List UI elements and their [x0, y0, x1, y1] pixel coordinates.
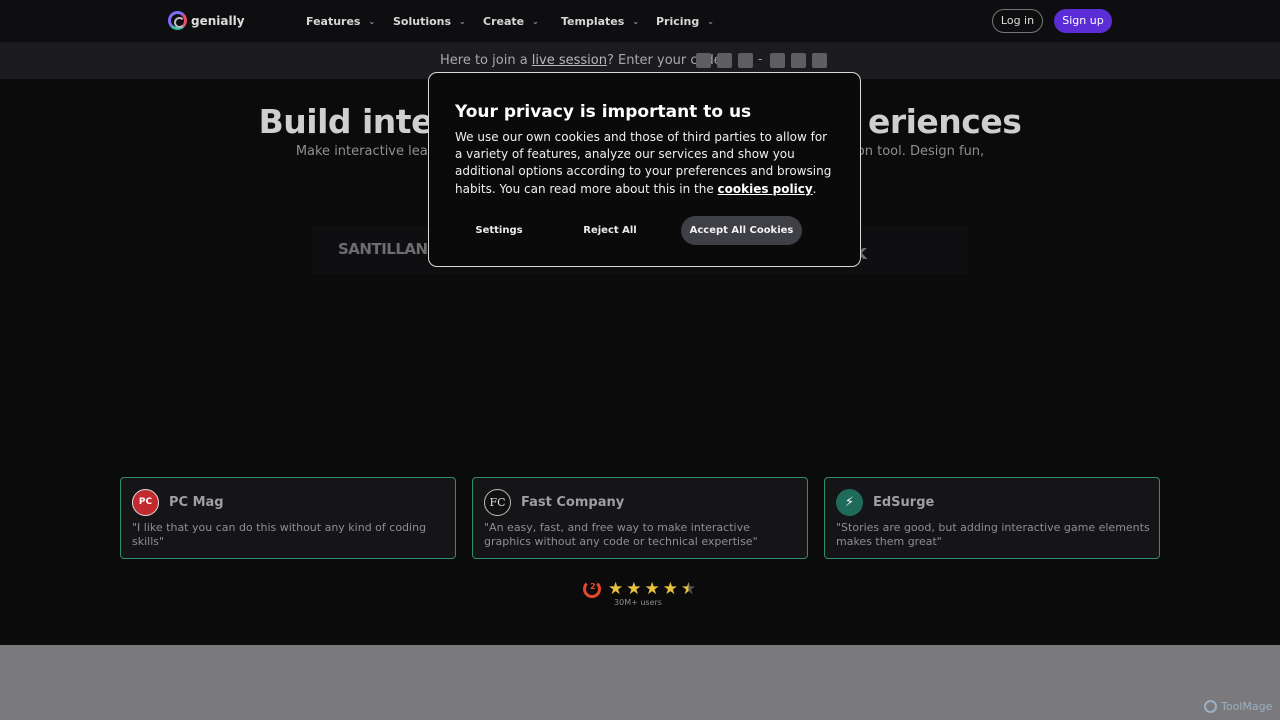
modal-title: Your privacy is important to us [455, 102, 752, 122]
live-prefix: Here to join a [440, 53, 532, 68]
modal-body-end: . [812, 181, 817, 196]
watermark-label: ToolMage [1221, 700, 1273, 713]
watermark: ToolMage [1204, 700, 1272, 713]
star-icon: ★ [608, 579, 624, 599]
code-input-2[interactable] [717, 53, 732, 68]
g2-label: 2 [590, 582, 596, 591]
hero-sub-right: tion tool. Design fun, [848, 144, 985, 159]
rating-stars: ★ ★ ★ ★ ★ [608, 579, 696, 599]
press-name: Fast Company [521, 495, 625, 510]
modal-actions: Settings Reject All Accept All Cookies [455, 216, 802, 245]
top-navbar: genially Features ⌄ Solutions ⌄ Create ⌄ Te… [0, 0, 1280, 42]
code-input-4[interactable] [770, 53, 785, 68]
pcmag-logo-icon: PC [132, 489, 159, 516]
code-separator: - [758, 52, 763, 66]
press-quote: "I like that you can do this without any… [132, 521, 427, 548]
live-session-prompt: Here to join a live session? Enter your … [440, 53, 722, 68]
press-card-edsurge: ⚡ EdSurge "Stories are good, but adding … [824, 477, 1160, 559]
reject-all-button[interactable]: Reject All [555, 217, 665, 245]
santillana-logo: SANTILLANA [338, 240, 439, 258]
next-section-band [0, 645, 1280, 720]
brand-name: genially [191, 13, 245, 28]
login-button[interactable]: Log in [992, 9, 1043, 33]
press-quote: "An easy, fast, and free way to make int… [484, 521, 758, 548]
accept-all-cookies-button[interactable]: Accept All Cookies [681, 216, 802, 245]
chevron-down-icon: ⌄ [532, 17, 539, 26]
cookies-policy-link[interactable]: cookies policy [718, 182, 813, 196]
nav-create-label: Create [483, 15, 525, 28]
code-input-3[interactable] [738, 53, 753, 68]
press-card-fastcompany: FC Fast Company "An easy, fast, and free… [472, 477, 808, 559]
genially-logo[interactable]: genially [168, 11, 245, 30]
toolmage-icon [1204, 700, 1217, 713]
hero-title-left: Build inte [258, 102, 434, 141]
star-icon: ★ [644, 579, 660, 599]
signup-button[interactable]: Sign up [1054, 9, 1112, 33]
code-input-1[interactable] [696, 53, 711, 68]
half-star-icon: ★ [681, 579, 697, 599]
star-icon: ★ [662, 579, 678, 599]
chevron-down-icon: ⌄ [632, 17, 640, 26]
press-quote: "Stories are good, but adding interactiv… [836, 521, 1150, 548]
press-card-pcmag: PC PC Mag "I like that you can do this w… [120, 477, 456, 559]
hero-title-right: eriences [867, 102, 1022, 141]
nav-solutions[interactable]: Solutions ⌄ [393, 15, 466, 28]
chevron-down-icon: ⌄ [368, 17, 376, 26]
nav-pricing-label: Pricing [656, 15, 700, 28]
edsurge-logo-icon: ⚡ [836, 489, 863, 516]
press-name: PC Mag [169, 495, 224, 510]
nav-features-label: Features [306, 15, 361, 28]
nav-templates-label: Templates [561, 15, 625, 28]
genially-logo-icon [168, 11, 187, 30]
modal-body: We use our own cookies and those of thir… [455, 129, 834, 198]
chevron-down-icon: ⌄ [707, 17, 714, 26]
code-input-5[interactable] [791, 53, 806, 68]
nav-templates[interactable]: Templates ⌄ [561, 15, 639, 28]
nav-pricing[interactable]: Pricing ⌄ [656, 15, 714, 28]
star-icon: ★ [626, 579, 642, 599]
chevron-down-icon: ⌄ [459, 17, 466, 26]
live-session-link[interactable]: live session [532, 53, 607, 68]
settings-button[interactable]: Settings [455, 217, 543, 245]
nav-solutions-label: Solutions [393, 15, 452, 28]
cookie-consent-modal: Your privacy is important to us We use o… [428, 72, 861, 267]
code-input-6[interactable] [812, 53, 827, 68]
nav-create[interactable]: Create ⌄ [483, 15, 539, 28]
nav-features[interactable]: Features ⌄ [306, 15, 375, 28]
users-count: 30M+ users [614, 598, 662, 607]
hero-sub-left: Make interactive lear [295, 144, 434, 159]
fastcompany-logo-icon: FC [484, 489, 511, 516]
press-name: EdSurge [873, 495, 935, 510]
